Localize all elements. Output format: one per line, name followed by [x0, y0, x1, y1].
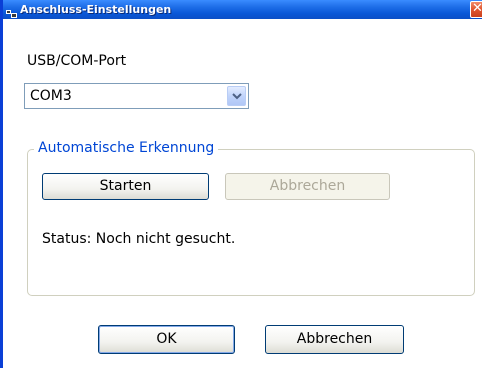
port-select-value: COM3	[30, 88, 72, 104]
close-icon: ✕	[472, 1, 482, 16]
port-select[interactable]: COM3	[24, 83, 249, 109]
detection-cancel-button[interactable]: Abbrechen	[225, 173, 390, 200]
ok-button-label: OK	[156, 331, 177, 347]
chevron-down-icon	[232, 93, 242, 100]
dropdown-button[interactable]	[227, 86, 246, 106]
cancel-button-label: Abbrechen	[296, 331, 373, 347]
start-button[interactable]: Starten	[42, 173, 209, 200]
dialog-window: Anschluss-Einstellungen ✕ USB/COM-Port C…	[0, 0, 482, 368]
ok-button[interactable]: OK	[98, 325, 235, 354]
cancel-button[interactable]: Abbrechen	[265, 325, 404, 354]
app-icon	[6, 4, 17, 18]
auto-detection-group	[27, 149, 475, 296]
window-title: Anschluss-Einstellungen	[20, 3, 172, 16]
title-bar[interactable]: Anschluss-Einstellungen ✕	[3, 0, 482, 19]
auto-detection-title: Automatische Erkennung	[34, 139, 219, 157]
status-text: Status: Noch nicht gesucht.	[42, 231, 236, 247]
start-button-label: Starten	[99, 178, 152, 194]
close-button[interactable]: ✕	[470, 1, 482, 18]
port-label: USB/COM-Port	[27, 53, 127, 69]
detection-cancel-label: Abbrechen	[269, 178, 346, 194]
